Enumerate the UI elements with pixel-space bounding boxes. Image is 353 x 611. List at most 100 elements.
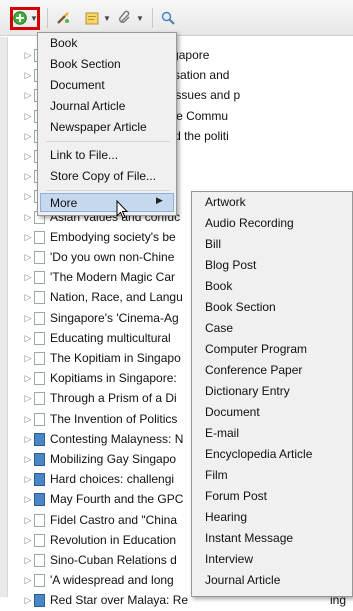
search-button[interactable] <box>160 9 176 27</box>
expand-twisty-icon[interactable]: ▷ <box>24 227 32 248</box>
submenu-item-email[interactable]: E-mail <box>205 423 239 443</box>
menu-item-store-copy-of-file[interactable]: Store Copy of File... <box>50 166 156 186</box>
expand-twisty-icon[interactable]: ▷ <box>24 45 32 66</box>
expand-twisty-icon[interactable]: ▷ <box>24 409 32 430</box>
list-item-title: Kopitiams in Singapore: <box>50 371 177 385</box>
list-item-title: Embodying society's be <box>50 230 176 244</box>
expand-twisty-icon[interactable]: ▷ <box>24 186 32 207</box>
menu-item-book[interactable]: Book <box>50 33 77 53</box>
submenu-item-film[interactable]: Film <box>205 465 228 485</box>
expand-twisty-icon[interactable]: ▷ <box>24 570 32 591</box>
expand-twisty-icon[interactable]: ▷ <box>24 166 32 187</box>
submenu-item-document[interactable]: Document <box>205 402 260 422</box>
expand-twisty-icon[interactable]: ▷ <box>24 550 32 571</box>
book-icon <box>34 473 45 486</box>
submenu-item-blog-post[interactable]: Blog Post <box>205 255 256 275</box>
submenu-item-computer-program[interactable]: Computer Program <box>205 339 307 359</box>
submenu-item-interview[interactable]: Interview <box>205 549 253 569</box>
expand-twisty-icon[interactable]: ▷ <box>24 207 32 228</box>
menu-item-journal-article[interactable]: Journal Article <box>50 96 125 116</box>
list-item-title: Singapore's 'Cinema-Ag <box>50 311 179 325</box>
more-submenu: Artwork Audio Recording Bill Blog Post B… <box>191 191 353 597</box>
document-icon <box>34 251 45 264</box>
submenu-item-artwork[interactable]: Artwork <box>205 192 246 212</box>
list-item-title: Hard choices: challengi <box>50 472 175 486</box>
document-icon <box>34 392 45 405</box>
book-icon <box>34 433 45 446</box>
document-icon <box>34 231 45 244</box>
new-note-icon <box>85 12 99 25</box>
add-by-identifier-button[interactable] <box>55 9 71 27</box>
list-item-title: Nation, Race, and Langu <box>50 290 183 304</box>
submenu-item-forum-post[interactable]: Forum Post <box>205 486 267 506</box>
expand-twisty-icon[interactable]: ▷ <box>24 388 32 409</box>
document-icon <box>34 534 45 547</box>
add-by-identifier-icon <box>57 12 69 24</box>
submenu-item-instant-message[interactable]: Instant Message <box>205 528 293 548</box>
submenu-item-book-section[interactable]: Book Section <box>205 297 276 317</box>
menu-item-link-to-file[interactable]: Link to File... <box>50 145 118 165</box>
submenu-item-journal-article[interactable]: Journal Article <box>205 570 280 590</box>
expand-twisty-icon[interactable]: ▷ <box>24 267 32 288</box>
menu-item-document[interactable]: Document <box>50 75 105 95</box>
document-icon <box>34 413 45 426</box>
list-item-title: May Fourth and the GPC <box>50 492 184 506</box>
submenu-item-dictionary-entry[interactable]: Dictionary Entry <box>205 381 290 401</box>
expand-twisty-icon[interactable]: ▷ <box>24 287 32 308</box>
expand-twisty-icon[interactable]: ▷ <box>24 85 32 106</box>
document-icon <box>34 574 45 587</box>
document-icon <box>34 291 45 304</box>
document-icon <box>34 332 45 345</box>
splitter-handle[interactable] <box>0 37 8 597</box>
list-item-title: Red Star over Malaya: Re <box>50 593 189 607</box>
document-icon <box>34 514 45 527</box>
expand-twisty-icon[interactable]: ▷ <box>24 449 32 470</box>
list-item-title: Contesting Malayness: N <box>50 432 184 446</box>
menu-separator <box>46 141 170 142</box>
submenu-item-book[interactable]: Book <box>205 276 232 296</box>
expand-twisty-icon[interactable]: ▷ <box>24 590 32 611</box>
book-icon <box>34 453 45 466</box>
expand-twisty-icon[interactable]: ▷ <box>24 429 32 450</box>
attachment-icon <box>119 10 130 23</box>
highlight-box <box>10 7 40 30</box>
expand-twisty-icon[interactable]: ▷ <box>24 106 32 127</box>
new-note-button[interactable]: ▼ <box>84 9 111 27</box>
submenu-item-encyclopedia-article[interactable]: Encyclopedia Article <box>205 444 312 464</box>
expand-twisty-icon[interactable]: ▷ <box>24 348 32 369</box>
list-item-title: The Invention of Politics <box>50 412 178 426</box>
expand-twisty-icon[interactable]: ▷ <box>24 308 32 329</box>
expand-twisty-icon[interactable]: ▷ <box>24 489 32 510</box>
expand-twisty-icon[interactable]: ▷ <box>24 510 32 531</box>
search-icon <box>161 11 175 25</box>
expand-twisty-icon[interactable]: ▷ <box>24 146 32 167</box>
expand-twisty-icon[interactable]: ▷ <box>24 247 32 268</box>
expand-twisty-icon[interactable]: ▷ <box>24 126 32 147</box>
chevron-down-icon: ▼ <box>136 13 144 23</box>
submenu-item-hearing[interactable]: Hearing <box>205 507 247 527</box>
submenu-item-case[interactable]: Case <box>205 318 233 338</box>
submenu-item-audio-recording[interactable]: Audio Recording <box>205 213 294 233</box>
expand-twisty-icon[interactable]: ▷ <box>24 65 32 86</box>
menu-item-more[interactable]: More <box>50 193 77 213</box>
expand-twisty-icon[interactable]: ▷ <box>24 328 32 349</box>
book-icon <box>34 594 45 607</box>
expand-twisty-icon[interactable]: ▷ <box>24 530 32 551</box>
document-icon <box>34 554 45 567</box>
list-item-title: 'The Modern Magic Car <box>50 270 176 284</box>
list-item-title: The Kopitiam in Singapo <box>50 351 181 365</box>
expand-twisty-icon[interactable]: ▷ <box>24 469 32 490</box>
document-icon <box>34 352 45 365</box>
submenu-item-bill[interactable]: Bill <box>205 234 221 254</box>
toolbar-divider <box>152 8 153 28</box>
new-item-menu: Book Book Section Document Journal Artic… <box>37 32 177 216</box>
menu-item-book-section[interactable]: Book Section <box>50 54 121 74</box>
menu-item-newspaper-article[interactable]: Newspaper Article <box>50 117 147 137</box>
submenu-item-conference-paper[interactable]: Conference Paper <box>205 360 302 380</box>
submenu-arrow-icon: ▶ <box>156 195 163 205</box>
list-item-title: Educating multicultural <box>50 331 171 345</box>
attachment-button[interactable]: ▼ <box>117 9 144 27</box>
list-item-title: Fidel Castro and "China <box>50 513 177 527</box>
expand-twisty-icon[interactable]: ▷ <box>24 368 32 389</box>
document-icon <box>34 271 45 284</box>
